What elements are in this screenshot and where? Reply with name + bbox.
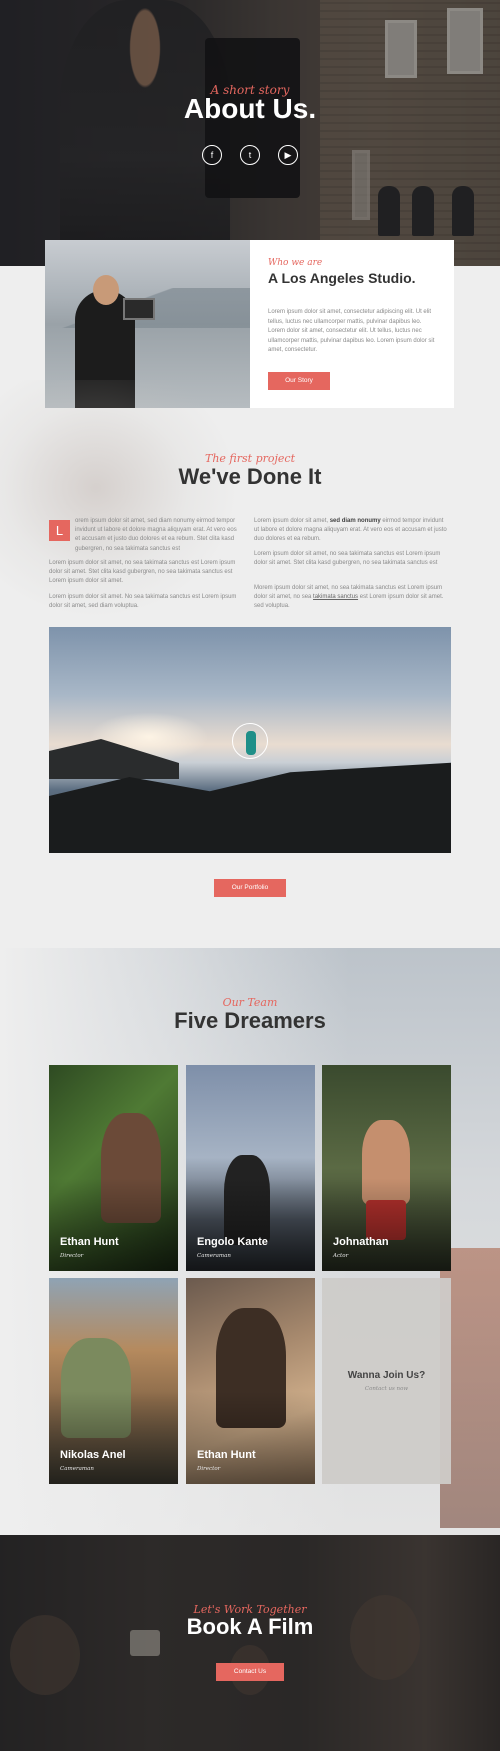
team-card[interactable]: Ethan Hunt Director [186, 1278, 315, 1484]
twitter-icon[interactable]: t [240, 145, 260, 165]
team-card[interactable]: Johnathan Actor [322, 1065, 451, 1271]
project-video-thumbnail[interactable] [49, 627, 451, 853]
team-member-role: Cameraman [60, 1466, 94, 1472]
play-icon[interactable] [232, 723, 268, 759]
dropcap-letter: L [49, 520, 70, 541]
our-portfolio-button[interactable]: Our Portfolio [214, 879, 286, 897]
left-paragraph-3: Lorem ipsum dolor sit amet. No sea takim… [49, 594, 237, 610]
studio-title: A Los Angeles Studio. [268, 270, 416, 286]
team-member-role: Actor [333, 1253, 349, 1259]
contact-us-button[interactable]: Contact Us [216, 1663, 284, 1681]
left-paragraph-1: orem ipsum dolor sit amet, sed diam nonu… [75, 518, 237, 552]
project-title: We've Done It [178, 464, 322, 489]
team-member-role: Director [197, 1466, 221, 1472]
inline-link[interactable]: takimata sanctus [313, 594, 358, 600]
page-title: About Us. [183, 93, 317, 124]
right-paragraph-2: Lorem ipsum dolor sit amet, no sea takim… [254, 551, 441, 567]
studio-body: Lorem ipsum dolor sit amet, consectetur … [268, 309, 435, 353]
team-card[interactable]: Nikolas Anel Cameraman [49, 1278, 178, 1484]
team-card[interactable]: Ethan Hunt Director [49, 1065, 178, 1271]
studio-card: Who we are A Los Angeles Studio. Lorem i… [250, 240, 454, 408]
right-paragraph-3: Morem ipsum dolor sit amet, no sea takim… [254, 585, 444, 610]
hero-section [0, 0, 500, 266]
join-subtitle[interactable]: Contact us now [322, 1386, 451, 1392]
team-card[interactable]: Engolo Kante Cameraman [186, 1065, 315, 1271]
studio-kicker: Who we are [268, 258, 323, 268]
join-us-card[interactable]: Wanna Join Us? Contact us now [322, 1278, 451, 1484]
our-story-button[interactable]: Our Story [268, 372, 330, 390]
footer-title: Book A Film [186, 1614, 314, 1639]
team-member-name: Ethan Hunt [197, 1449, 256, 1461]
youtube-icon[interactable]: ▶ [278, 145, 298, 165]
book-film-section [0, 1535, 500, 1751]
team-member-name: Engolo Kante [197, 1236, 268, 1248]
team-member-name: Johnathan [333, 1236, 389, 1248]
join-title: Wanna Join Us? [347, 1370, 426, 1381]
team-member-name: Ethan Hunt [60, 1236, 119, 1248]
facebook-icon[interactable]: f [202, 145, 222, 165]
team-member-role: Cameraman [197, 1253, 231, 1259]
team-title: Five Dreamers [174, 1008, 326, 1033]
left-paragraph-2: Lorem ipsum dolor sit amet, no sea takim… [49, 560, 236, 585]
right-paragraph-1: Lorem ipsum dolor sit amet, sed diam non… [254, 518, 447, 543]
team-member-role: Director [60, 1253, 84, 1259]
team-member-name: Nikolas Anel [60, 1449, 126, 1461]
